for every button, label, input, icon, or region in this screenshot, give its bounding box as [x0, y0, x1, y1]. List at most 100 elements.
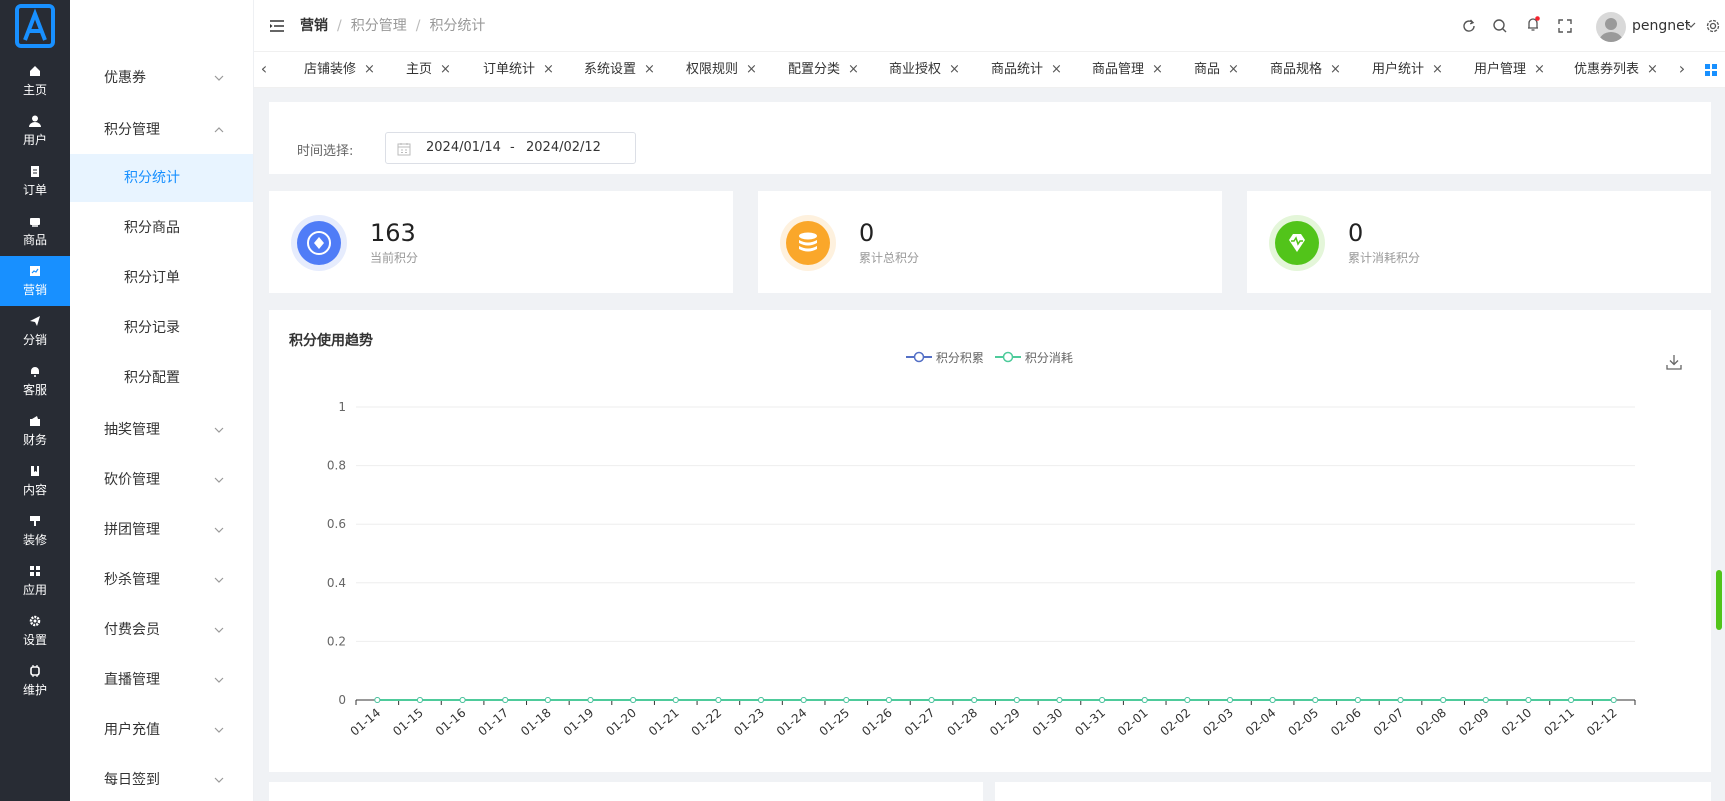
submenu-child-item[interactable]: 积分记录 [70, 304, 253, 352]
rail-item-decoration[interactable]: 装修 [0, 506, 70, 556]
data-point [1056, 697, 1063, 703]
x-tick-label: 02-05 [1285, 706, 1321, 739]
x-tick-label: 01-14 [348, 706, 384, 739]
tab-item[interactable]: 商品统计 × [991, 52, 1062, 88]
close-icon[interactable]: × [1152, 62, 1163, 77]
tab-item[interactable]: 订单统计 × [483, 52, 554, 88]
submenu-group-item[interactable]: 抽奖管理 [70, 406, 253, 454]
tab-label: 优惠券列表 [1574, 62, 1640, 77]
submenu-child-item[interactable]: 积分配置 [70, 354, 253, 402]
submenu-group-item[interactable]: 拼团管理 [70, 506, 253, 554]
tab-item[interactable]: 商品管理 × [1092, 52, 1163, 88]
rail-item-product[interactable]: 商品 [0, 206, 70, 256]
rail-item-service[interactable]: 客服 [0, 356, 70, 406]
close-icon[interactable]: × [1228, 62, 1239, 77]
send-icon [30, 316, 40, 326]
tab-item[interactable]: 主页 × [406, 52, 451, 88]
rail-item-finance[interactable]: 财务 [0, 406, 70, 456]
submenu-group-label: 直播管理 [104, 672, 160, 688]
rail-item-label: 用户 [22, 133, 47, 147]
close-icon[interactable]: × [1534, 62, 1545, 77]
tab-item[interactable]: 优惠券列表 × [1574, 52, 1658, 88]
tab-item[interactable]: 商业授权 × [889, 52, 960, 88]
rail-item-apps[interactable]: 应用 [0, 556, 70, 606]
tab-item[interactable]: 系统设置 × [584, 52, 655, 88]
close-icon[interactable]: × [949, 62, 960, 77]
data-point [1482, 697, 1489, 703]
menu-toggle-icon[interactable] [270, 20, 284, 32]
breadcrumb-points[interactable]: 积分管理 [351, 18, 407, 34]
user-avatar-icon [1599, 18, 1623, 42]
submenu-child-item[interactable]: 积分订单 [70, 254, 253, 302]
rail-item-distribution[interactable]: 分销 [0, 306, 70, 356]
username[interactable]: pengnet [1632, 0, 1690, 52]
submenu-group-item[interactable]: 付费会员 [70, 606, 253, 654]
submenu-group-item[interactable]: 秒杀管理 [70, 556, 253, 604]
rail-item-user[interactable]: 用户 [0, 106, 70, 156]
gear-icon [29, 615, 41, 627]
close-icon[interactable]: × [440, 62, 451, 77]
submenu-group-item[interactable]: 直播管理 [70, 656, 253, 704]
rail-item-label: 营销 [22, 283, 47, 297]
breadcrumb-marketing[interactable]: 营销 [300, 18, 328, 34]
tab-label: 商品管理 [1092, 62, 1145, 77]
refresh-icon[interactable] [1461, 18, 1477, 34]
submenu-group-item[interactable]: 砍价管理 [70, 456, 253, 504]
tab-item[interactable]: 店铺装修 × [304, 52, 375, 88]
rail-item-label: 财务 [22, 433, 47, 447]
tabs-scroll-left[interactable]: ‹ [254, 52, 274, 88]
submenu-group-item[interactable]: 用户充值 [70, 706, 253, 754]
tab-item[interactable]: 商品 × [1194, 52, 1239, 88]
submenu-child-item[interactable]: 积分统计 [70, 154, 253, 202]
close-icon[interactable]: × [1432, 62, 1443, 77]
close-icon[interactable]: × [364, 62, 375, 77]
x-tick-label: 02-08 [1413, 706, 1449, 739]
tab-item[interactable]: 配置分类 × [788, 52, 859, 88]
tab-label: 权限规则 [686, 62, 739, 77]
calendar-icon [397, 143, 411, 156]
search-icon[interactable] [1492, 18, 1508, 34]
rail-item-content[interactable]: 内容 [0, 456, 70, 506]
chevron-down-icon[interactable] [1686, 20, 1696, 30]
menu-points[interactable]: 积分管理 [70, 106, 253, 154]
close-icon[interactable]: × [746, 62, 757, 77]
y-tick-label: 0 [338, 693, 346, 707]
data-point [544, 697, 551, 703]
tab-item[interactable]: 商品规格 × [1270, 52, 1341, 88]
rail-item-home[interactable]: 主页 [0, 56, 70, 106]
rail-item-settings[interactable]: 设置 [0, 606, 70, 656]
rail-item-order[interactable]: 订单 [0, 156, 70, 206]
rail-item-marketing[interactable]: 营销 [0, 256, 70, 306]
x-tick-label: 02-12 [1584, 706, 1620, 739]
tab-item[interactable]: 用户管理 × [1474, 52, 1545, 88]
fullscreen-icon[interactable] [1557, 18, 1573, 34]
scrollbar-thumb[interactable] [1716, 570, 1722, 630]
rail-item-label: 主页 [22, 83, 47, 97]
brush-icon [30, 516, 40, 526]
submenu-group-item[interactable]: 每日签到 [70, 756, 253, 801]
tab-item[interactable]: 权限规则 × [686, 52, 757, 88]
bell-icon[interactable] [1525, 16, 1541, 32]
menu-coupon[interactable]: 优惠券 [70, 54, 253, 102]
date-range-picker[interactable]: 2024/01/14 - 2024/02/12 [385, 132, 636, 164]
chevron-up-icon [214, 127, 224, 133]
tab-label: 店铺装修 [304, 62, 357, 77]
close-icon[interactable]: × [848, 62, 859, 77]
tab-item[interactable]: 用户统计 × [1372, 52, 1443, 88]
close-icon[interactable]: × [1051, 62, 1062, 77]
data-point [1397, 697, 1404, 703]
close-icon[interactable]: × [1647, 62, 1658, 77]
settings-icon[interactable] [1705, 18, 1721, 34]
rail-item-label: 商品 [22, 233, 47, 247]
close-icon[interactable]: × [1330, 62, 1341, 77]
avatar[interactable] [1596, 12, 1626, 42]
rail-item-maintenance[interactable]: 维护 [0, 656, 70, 706]
submenu-child-item[interactable]: 积分商品 [70, 204, 253, 252]
submenu-group-label: 每日签到 [104, 772, 160, 788]
tabs-scroll-right[interactable]: › [1672, 52, 1692, 88]
close-icon[interactable]: × [644, 62, 655, 77]
submenu-child-label: 积分配置 [124, 370, 180, 386]
data-point [885, 697, 892, 703]
close-icon[interactable]: × [543, 62, 554, 77]
grid-icon[interactable] [1704, 63, 1718, 77]
